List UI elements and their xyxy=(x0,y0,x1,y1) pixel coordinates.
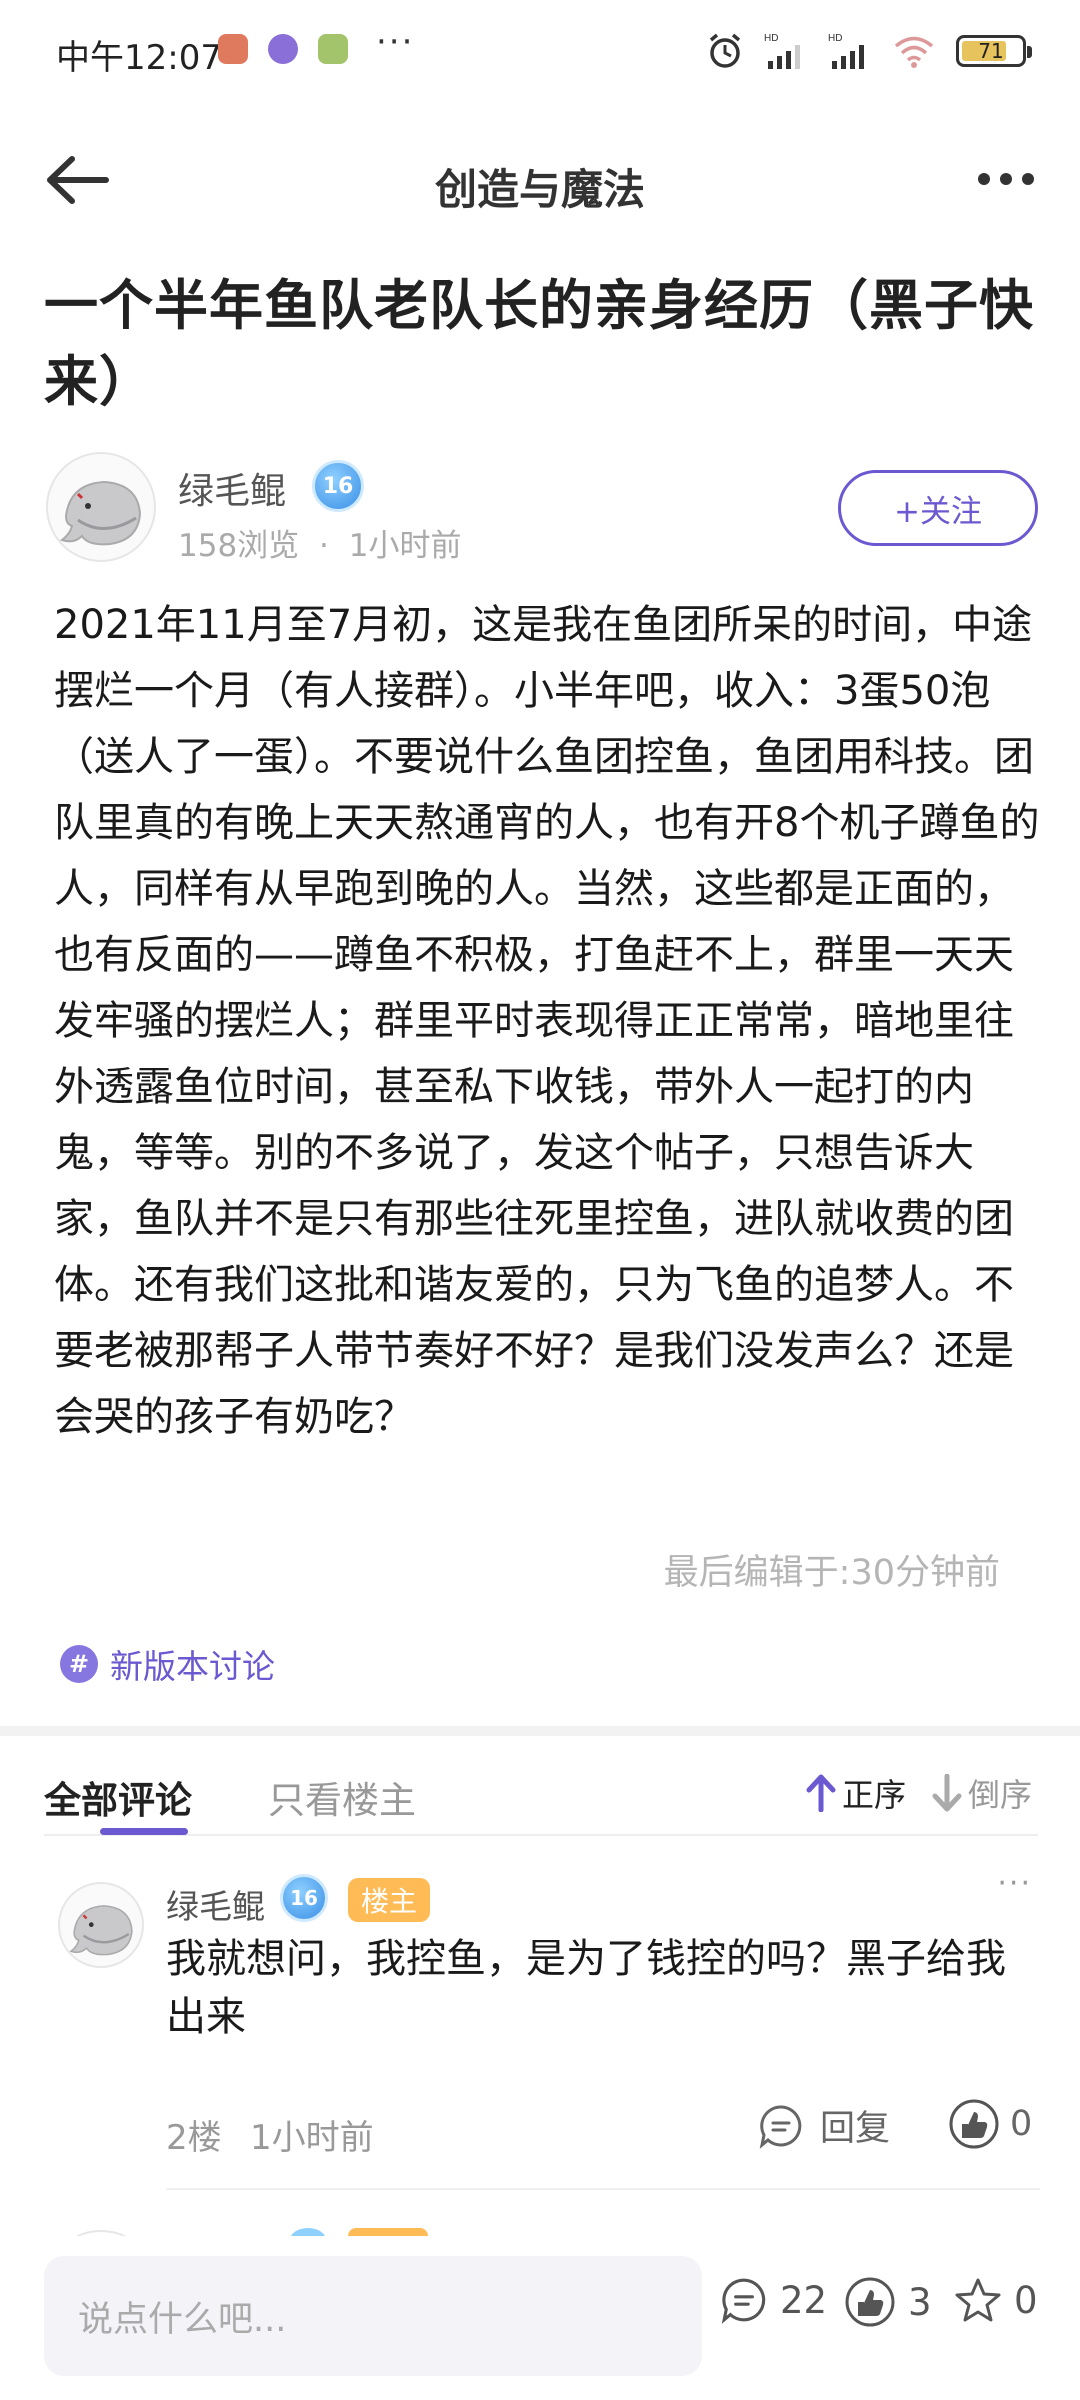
likes-count-button[interactable]: 3 xyxy=(844,2276,932,2328)
comment-bubble-icon xyxy=(759,2104,802,2149)
comment-divider xyxy=(166,2188,1040,2190)
post-time: 1小时前 xyxy=(348,528,462,564)
level-number: 16 xyxy=(322,473,354,499)
follow-button[interactable]: +关注 xyxy=(838,470,1038,546)
post-meta: 158浏览 · 1小时前 xyxy=(178,520,461,565)
whale-avatar-icon xyxy=(69,1905,133,1956)
topic-label: 新版本讨论 xyxy=(110,1647,275,1686)
comment-more-button[interactable]: ··· xyxy=(997,1866,1032,1901)
comment-bubble-icon xyxy=(721,2278,766,2324)
like-button[interactable]: 0 xyxy=(948,2098,1032,2150)
edit-timestamp: 最后编辑于:30分钟前 xyxy=(663,1553,1000,1593)
thumbs-up-icon xyxy=(845,2277,895,2327)
level-badge-icon: 16 xyxy=(280,1874,328,1922)
sort-ascending-button[interactable]: 正序 xyxy=(806,1770,906,1816)
bottom-bar: 说点什么吧... 22 3 0 xyxy=(0,2236,1080,2400)
tab-owner-only[interactable]: 只看楼主 xyxy=(268,1770,416,1824)
arrow-up-icon xyxy=(806,1774,836,1812)
star-icon xyxy=(955,2278,1001,2322)
comments-count-button[interactable]: 22 xyxy=(720,2276,827,2324)
battery-icon: 71 xyxy=(956,35,1032,67)
wifi-icon xyxy=(894,36,934,68)
view-count: 158浏览 xyxy=(178,528,300,564)
comment-tabs: 全部评论 只看楼主 正序 倒序 xyxy=(44,1760,1038,1836)
more-options-button[interactable] xyxy=(966,144,1046,214)
author-avatar[interactable] xyxy=(46,452,156,562)
battery-level: 71 xyxy=(978,39,1004,63)
comment-avatar[interactable] xyxy=(58,1882,144,1968)
meta-separator: · xyxy=(319,528,329,564)
author-name[interactable]: 绿毛鲲 xyxy=(178,462,286,514)
section-divider xyxy=(0,1726,1080,1736)
page-title: 创造与魔法 xyxy=(434,165,645,214)
likes-count: 3 xyxy=(908,2280,932,2324)
comment-time: 1小时前 xyxy=(250,2118,374,2158)
app-notification-icon xyxy=(218,34,248,64)
reply-button[interactable]: 回复 xyxy=(758,2100,890,2151)
sort-ascending-label: 正序 xyxy=(842,1776,907,1814)
hashtag-icon: # xyxy=(60,1645,98,1683)
whale-avatar-icon xyxy=(59,480,142,546)
like-count: 0 xyxy=(1010,2104,1033,2144)
more-notifications-icon: ··· xyxy=(376,22,415,62)
app-header: 创造与魔法 xyxy=(0,120,1080,240)
app-notification-icon xyxy=(318,34,348,64)
network-type-label: HD xyxy=(828,33,842,44)
signal-icon: HD xyxy=(764,33,800,69)
favorite-button[interactable]: 0 xyxy=(954,2276,1038,2324)
post-title: 一个半年鱼队老队长的亲身经历（黑子快来） xyxy=(44,274,1034,413)
arrow-down-icon xyxy=(932,1774,962,1812)
owner-badge: 楼主 xyxy=(348,1878,430,1922)
alarm-icon xyxy=(709,33,741,68)
comment-author-name[interactable]: 绿毛鲲 xyxy=(166,1880,265,1928)
comment-input[interactable]: 说点什么吧... xyxy=(44,2256,702,2376)
level-badge-icon: 16 xyxy=(312,460,364,512)
reply-label: 回复 xyxy=(820,2109,891,2149)
level-number: 16 xyxy=(290,1886,318,1910)
comment-floor: 2楼 xyxy=(166,2118,222,2158)
topic-tag[interactable]: # 新版本讨论 xyxy=(60,1640,275,1688)
status-bar: 中午12:07 ··· HD HD 71 xyxy=(0,0,1080,100)
app-notification-icon xyxy=(268,34,298,64)
sort-descending-button[interactable]: 倒序 xyxy=(932,1770,1032,1816)
network-type-label: HD xyxy=(764,33,778,44)
status-time: 中午12:07 xyxy=(56,38,222,78)
comments-count: 22 xyxy=(780,2278,828,2322)
tab-all-comments[interactable]: 全部评论 xyxy=(44,1770,192,1824)
comment-text: 我就想问，我控鱼，是为了钱控的吗？黑子给我出来 xyxy=(166,1936,1006,2040)
thumbs-up-icon xyxy=(949,2099,999,2149)
favorites-count: 0 xyxy=(1014,2278,1038,2322)
sort-descending-label: 倒序 xyxy=(968,1776,1033,1814)
more-dots-icon xyxy=(978,173,1034,185)
post-body: 2021年11月至7月初，这是我在鱼团所呆的时间，中途摆烂一个月（有人接群）。小… xyxy=(54,602,1040,1440)
signal-icon: HD xyxy=(828,33,864,69)
active-tab-indicator xyxy=(100,1828,188,1835)
